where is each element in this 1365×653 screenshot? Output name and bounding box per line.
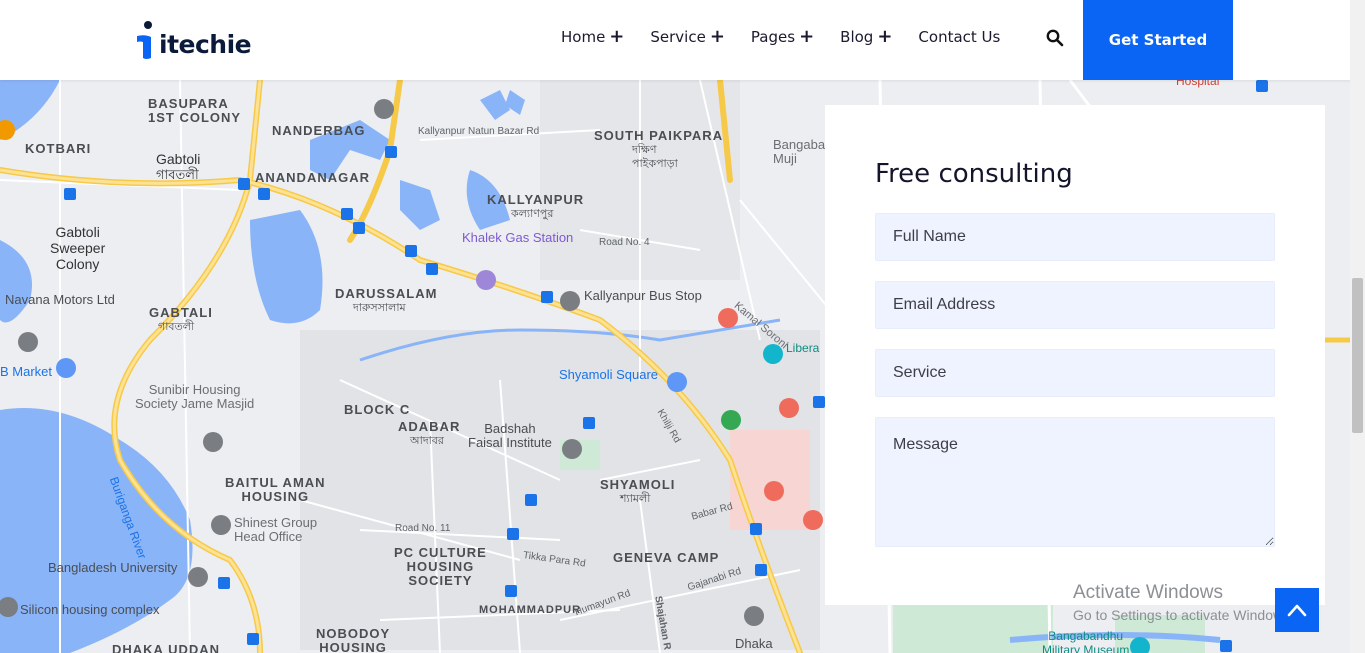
full-name-field[interactable]	[875, 213, 1275, 261]
plus-icon: +	[799, 26, 815, 47]
map-label-kotbari: KOTBARI	[25, 141, 92, 156]
plus-icon: +	[877, 26, 893, 47]
map-label-kallyanpur-bus: Kallyanpur Bus Stop	[584, 288, 702, 303]
map-label-hospital: Hospital	[1176, 80, 1220, 88]
watermark-subtitle: Go to Settings to activate Windows.	[1073, 607, 1294, 623]
back-to-top-button[interactable]	[1275, 588, 1319, 632]
nav-item-service[interactable]: Service +	[650, 26, 725, 47]
plus-icon: +	[609, 26, 625, 47]
plus-icon: +	[709, 26, 725, 47]
map-label-shyamoli-square: Shyamoli Square	[559, 367, 658, 382]
map-label-bangaba: Bangaba Muji	[773, 137, 826, 166]
search-icon[interactable]	[1046, 29, 1064, 47]
nav-item-label: Service	[650, 28, 706, 46]
page-scrollbar[interactable]	[1350, 0, 1365, 653]
map-label-bangabandhu: Bangabandhu Military Museum	[1042, 629, 1130, 653]
map-label-darussalam-bn: দারুসসালাম	[353, 302, 406, 314]
map-label-adabar: ADABAR	[398, 419, 461, 434]
arrow-up-icon	[1287, 604, 1307, 617]
brand-logo[interactable]: itechie	[135, 16, 252, 60]
nav-item-blog[interactable]: Blog +	[840, 26, 893, 47]
logo-mark-icon	[137, 21, 152, 59]
map-label-dhaka: Dhaka	[735, 636, 773, 651]
scrollbar-thumb[interactable]	[1352, 278, 1363, 433]
map-label-kallyanpur-bn: কল্যাণপুর	[511, 208, 554, 220]
map-label-mohammadpur: MOHAMMADPUR	[479, 604, 582, 616]
nav-item-pages[interactable]: Pages +	[750, 26, 815, 47]
map-label-basupara: BASUPARA 1ST COLONY	[148, 96, 242, 125]
map-label-shinest: Shinest Group Head Office	[234, 515, 318, 544]
map-label-gabtoli: Gabtoli	[156, 151, 201, 167]
map-label-pc-culture: PC CULTURE HOUSING SOCIETY	[394, 545, 487, 588]
map-label-darussalam: DARUSSALAM	[335, 286, 438, 301]
map-label-geneva: GENEVA CAMP	[613, 550, 720, 565]
map-label-nanderbag: NANDERBAG	[272, 123, 366, 138]
map-label-badshah: Badshah Faisal Institute	[468, 421, 552, 450]
map-label-gabtali: GABTALI	[149, 305, 213, 320]
nav-item-label: Pages	[750, 28, 796, 46]
map-label-natun-bazar-rd: Kallyanpur Natun Bazar Rd	[418, 126, 540, 137]
map-label-khalek: Khalek Gas Station	[462, 230, 574, 245]
map-label-nobodoy: NOBODOY HOUSING	[316, 626, 391, 653]
map-label-shyamoli-bn: শ্যামলী	[620, 493, 651, 505]
map-label-block-c: BLOCK C	[344, 402, 411, 417]
activate-windows-watermark: Activate Windows Go to Settings to activ…	[1073, 582, 1294, 623]
get-started-button[interactable]: Get Started	[1083, 0, 1233, 80]
nav-item-contact[interactable]: Contact Us	[918, 28, 1000, 46]
map-label-south-paikpara-bn: দক্ষিণ পাইকপাড়া	[632, 144, 678, 170]
service-field[interactable]	[875, 349, 1275, 397]
map-label-libera: Libera	[786, 341, 820, 355]
nav-item-label: Blog	[840, 28, 874, 46]
map-label-shyamoli: SHYAMOLI	[600, 477, 676, 492]
map-label-gabtoli-bn: গাবতলী	[156, 167, 199, 182]
map-label-adabar-bn: আদাবর	[410, 435, 444, 447]
form-title: Free consulting	[875, 159, 1073, 189]
nav-item-label: Home	[561, 28, 606, 46]
email-field[interactable]	[875, 281, 1275, 329]
map-label-bd-university: Bangladesh University	[48, 560, 178, 575]
map-label-south-paikpara: SOUTH PAIKPARA	[594, 128, 724, 143]
map-label-road-11: Road No. 11	[395, 523, 451, 534]
site-header: itechie Home + Service + Pages + Blog + Cont…	[0, 0, 1365, 80]
map-label-kallyanpur: KALLYANPUR	[487, 192, 585, 207]
brand-name: itechie	[159, 30, 252, 59]
map-label-dhaka-uddan: DHAKA UDDAN	[112, 642, 221, 653]
map-label-gabtali-bn: গাবতলী	[158, 321, 195, 333]
map-label-gabtoli-sweeper: Gabtoli Sweeper Colony	[50, 224, 106, 272]
map-label-sunibir: Sunibir Housing Society Jame Masjid	[135, 382, 255, 411]
map-label-anandanagar: ANANDANAGAR	[255, 170, 370, 185]
nav-item-home[interactable]: Home +	[561, 26, 625, 47]
map-label-baitul: BAITUL AMAN HOUSING	[225, 475, 326, 504]
watermark-title: Activate Windows	[1073, 582, 1223, 603]
map-label-road-no-4: Road No. 4	[599, 237, 650, 248]
message-field[interactable]	[875, 417, 1275, 547]
map-label-silicon: Silicon housing complex	[20, 602, 160, 617]
consulting-form-card: Free consulting	[825, 105, 1325, 605]
map-label-b-market: B Market	[0, 364, 53, 379]
nav-item-label: Contact Us	[918, 28, 1001, 46]
map-label-navana: Navana Motors Ltd	[5, 292, 115, 307]
main-nav: Home + Service + Pages + Blog + Contact Us	[561, 26, 1026, 47]
